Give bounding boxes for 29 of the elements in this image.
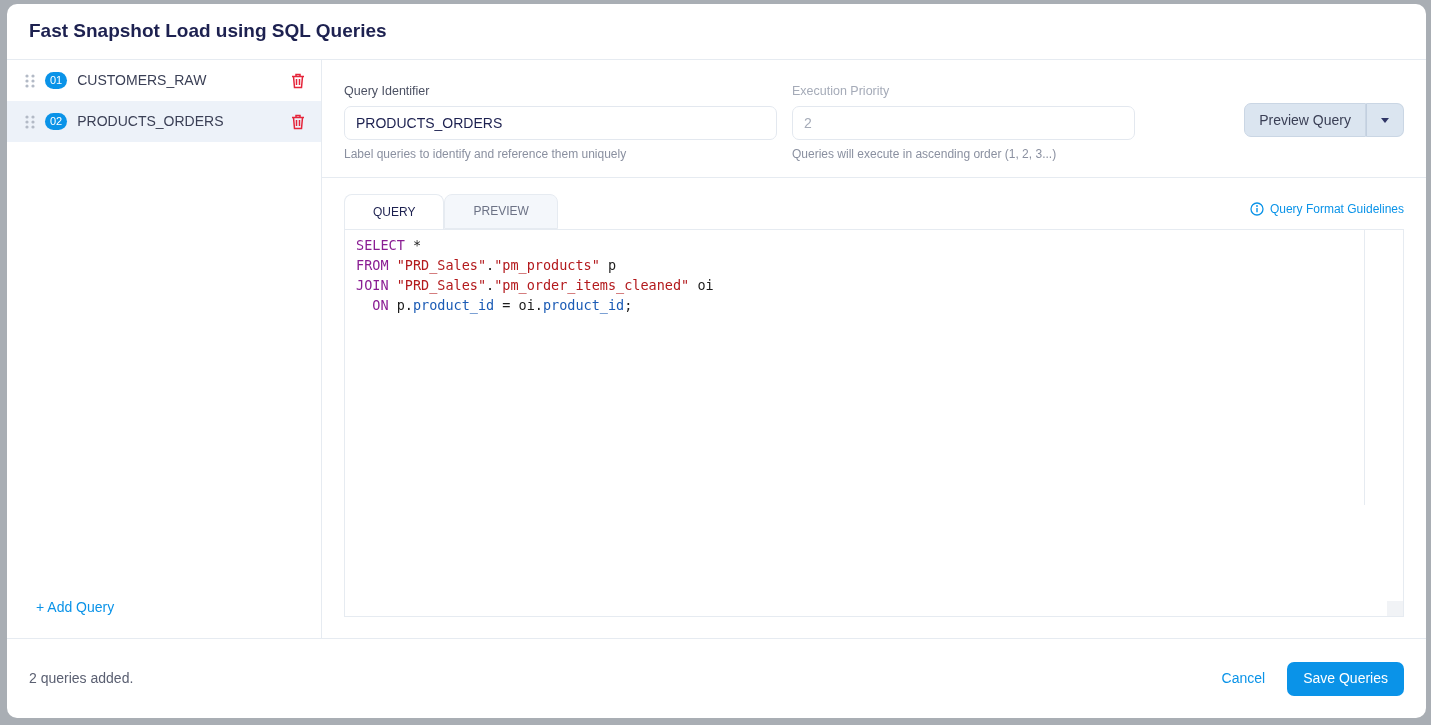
query-name: PRODUCTS_ORDERS: [77, 112, 225, 131]
info-icon: [1249, 201, 1264, 216]
preview-button[interactable]: Preview Query: [1244, 103, 1366, 137]
code-editor[interactable]: SELECT * FROM "PRD_Sales"."pm_products" p JOIN "PRD_Sales"."pm_order_items_cleaned" oi ON p.product_id = oi.product_id;: [344, 228, 1404, 617]
tab[interactable]: PREVIEW: [444, 193, 558, 229]
field-label: Query Identifier: [344, 83, 431, 100]
help-text: Label queries to identify and reference them uniquely: [344, 145, 628, 163]
resize-handle[interactable]: [1387, 601, 1403, 616]
field-label: Execution Priority: [792, 83, 891, 100]
tab[interactable]: QUERY: [344, 193, 445, 229]
query-item[interactable]: 01 CUSTOMERS_RAW: [7, 60, 321, 101]
status-text: 2 queries added.: [29, 669, 134, 688]
trash-icon[interactable]: [291, 113, 305, 130]
help-text: Queries will execute in ascending order (1, 2, 3...): [792, 145, 1058, 163]
dialog-title: Fast Snapshot Load using SQL Queries: [29, 20, 387, 43]
caret-icon: [1381, 117, 1389, 123]
drag-handle-icon[interactable]: [25, 114, 35, 129]
query-item[interactable]: 02 PRODUCTS_ORDERS: [7, 101, 321, 142]
trash-icon[interactable]: [291, 72, 305, 89]
dropdown-toggle-button[interactable]: [1366, 103, 1404, 137]
drag-handle-icon[interactable]: [25, 73, 35, 88]
query-name: CUSTOMERS_RAW: [77, 71, 208, 90]
number-badge: 02: [45, 113, 68, 130]
code-line: ON p.product_id = oi.product_id;: [371, 295, 634, 315]
number-badge: 01: [45, 72, 68, 89]
code-line: SELECT *: [356, 235, 423, 255]
code-line: JOIN "PRD_Sales"."pm_order_items_cleaned" oi: [356, 275, 715, 295]
identifier-field[interactable]: PRODUCTS_ORDERS: [344, 105, 777, 140]
code-line: FROM "PRD_Sales"."pm_products" p: [356, 255, 618, 275]
